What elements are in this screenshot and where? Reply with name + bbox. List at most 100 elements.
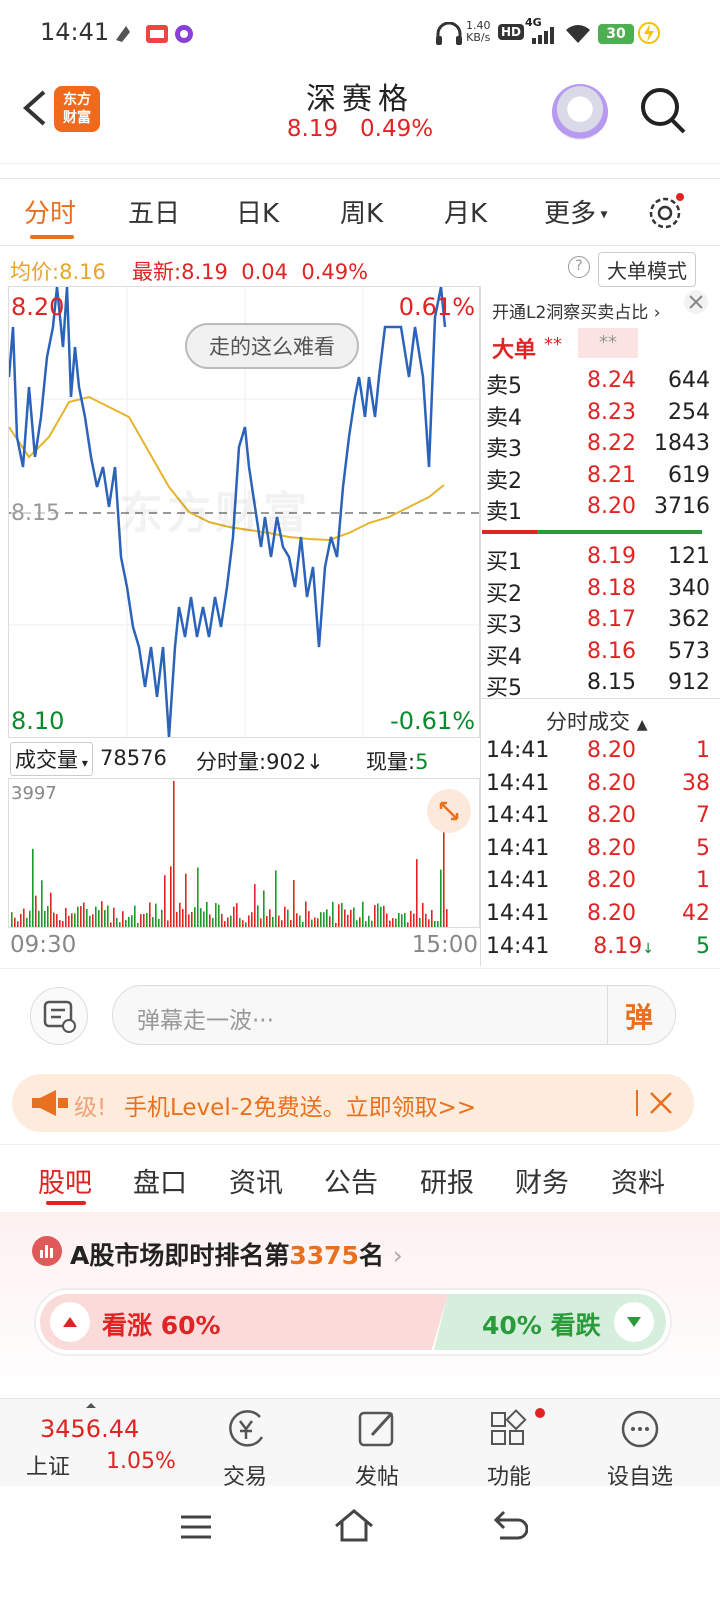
buy-label: 买3 — [486, 613, 522, 638]
trade-icon[interactable] — [224, 1407, 268, 1451]
settings-gear-icon[interactable] — [646, 193, 686, 233]
tab-profile[interactable]: 资料 — [611, 1161, 665, 1200]
tab-research[interactable]: 研报 — [420, 1161, 474, 1200]
volume-bar — [335, 922, 337, 927]
volume-bar — [272, 916, 274, 927]
tab-finance[interactable]: 财务 — [515, 1161, 569, 1200]
danmaku-input[interactable]: 弹幕走一波··· 弹 — [112, 985, 676, 1045]
sell-label: 卖2 — [486, 468, 522, 494]
danmaku-settings-icon[interactable] — [30, 987, 88, 1045]
menu-icon[interactable] — [178, 1512, 214, 1542]
volume-chart[interactable]: 3997 — [8, 778, 480, 928]
volume-bar — [278, 915, 280, 927]
volume-bar — [128, 916, 130, 927]
sell-row: 卖2 8.21 619 — [486, 462, 710, 494]
volume-header: 成交量 ▾ 78576 分时量:902↓ 现量:5 — [8, 742, 480, 776]
search-icon[interactable] — [638, 86, 688, 136]
help-icon[interactable]: ? — [568, 256, 590, 278]
tab-more[interactable]: 更多 ▾ — [544, 193, 608, 230]
expand-icon[interactable] — [427, 789, 471, 833]
volume-bar — [32, 848, 34, 927]
sell-row: 卖5 8.24 644 — [486, 368, 710, 399]
post-icon[interactable] — [356, 1407, 400, 1451]
tab-5day[interactable]: 五日 — [128, 193, 180, 230]
trade-label: 14:41 — [486, 901, 550, 926]
volume-bar — [227, 917, 229, 927]
volume-bar — [122, 911, 124, 927]
trade-price: 8.20 — [587, 738, 636, 763]
trade-price: 8.19↓ — [593, 933, 654, 959]
volume-bar — [134, 905, 136, 927]
buy-row: 买1 8.19 121 — [486, 544, 710, 575]
volume-bar — [440, 869, 442, 927]
volume-bar — [86, 908, 88, 927]
back-nav-icon[interactable] — [492, 1508, 528, 1544]
volume-bar — [116, 917, 118, 927]
volume-bar — [263, 890, 265, 927]
volume-bar — [92, 914, 94, 927]
volume-bar — [176, 912, 178, 927]
volume-bar — [170, 866, 172, 927]
volume-selector[interactable]: 成交量 ▾ — [10, 742, 93, 776]
sell-row: 卖3 8.22 1843 — [486, 431, 710, 462]
trade-label: 14:41 — [486, 868, 550, 894]
sell-volume: 619 — [668, 462, 710, 488]
volume-bar — [437, 921, 439, 927]
home-icon[interactable] — [332, 1506, 376, 1544]
volume-bar — [365, 921, 367, 927]
close-icon[interactable] — [682, 288, 710, 316]
trade-volume: 7 — [696, 803, 710, 829]
trade-row: 14:41 8.19↓ 5 — [486, 934, 710, 964]
volume-bar — [410, 910, 412, 927]
banner-close-icon[interactable] — [646, 1088, 676, 1118]
volume-bar — [377, 903, 379, 927]
intraday-chart[interactable]: 8.20 0.61% 8.15 8.10 -0.61% 东方财富 走的这么难看 — [8, 286, 480, 738]
volume-bar — [197, 867, 199, 927]
sell-volume: 3716 — [654, 494, 710, 519]
functions-icon[interactable] — [488, 1407, 548, 1451]
tab-pankou[interactable]: 盘口 — [133, 1161, 187, 1200]
volume-bar — [77, 906, 79, 927]
buy-price: 8.18 — [587, 575, 636, 601]
trade-price: 8.20 — [587, 770, 636, 796]
volume-bar — [59, 920, 61, 927]
volume-bar — [215, 903, 217, 927]
danmaku-input-bar: 弹幕走一波··· 弹 — [0, 968, 720, 1064]
rank-section: A股市场即时排名第3375名 › 看涨 60% 40% 看跌 — [0, 1212, 720, 1398]
fenshi-volume: 分时量:902↓ — [196, 750, 324, 774]
trades-header[interactable]: 分时成交 ▲ — [546, 706, 647, 736]
l2-promo-link[interactable]: 开通L2洞察买卖占比 › — [492, 298, 661, 323]
bearish-arrow-icon[interactable] — [614, 1302, 654, 1342]
trade-volume: 42 — [682, 901, 710, 926]
volume-bar — [416, 859, 418, 927]
danmaku-placeholder: 弹幕走一波··· — [137, 1008, 274, 1034]
tab-fenshi[interactable]: 分时 — [24, 193, 76, 230]
watchlist-icon[interactable] — [620, 1407, 664, 1451]
trade-label: 14:41 — [486, 933, 550, 959]
buy-price: 8.16 — [587, 638, 636, 664]
tab-monthly-k[interactable]: 月K — [444, 193, 487, 230]
collapsed-info-strip — [0, 150, 720, 164]
big-order-mode-button[interactable]: 大单模式 — [598, 252, 696, 287]
volume-bar — [149, 902, 151, 927]
pct-low-label: -0.61% — [390, 707, 475, 735]
tab-guba[interactable]: 股吧 — [38, 1161, 92, 1200]
price-info-line: 均价:8.16 最新:8.19 0.04 0.49% ? 大单模式 — [0, 250, 720, 287]
danmaku-bubble[interactable]: 走的这么难看 — [185, 323, 359, 369]
volume-bar — [323, 912, 325, 927]
danmaku-send-button[interactable]: 弹 — [625, 996, 653, 1036]
trade-volume: 1 — [696, 738, 710, 763]
tab-announcement[interactable]: 公告 — [324, 1161, 378, 1200]
robot-assistant-icon[interactable] — [552, 84, 608, 140]
tab-weekly-k[interactable]: 周K — [340, 193, 383, 230]
tab-news[interactable]: 资讯 — [229, 1161, 283, 1200]
rank-text[interactable]: A股市场即时排名第3375名 › — [70, 1236, 403, 1272]
sell-price: 8.23 — [587, 399, 636, 425]
tab-daily-k[interactable]: 日K — [236, 193, 279, 230]
promo-banner[interactable]: 级! 手机Level-2免费送。立即领取>> — [12, 1074, 694, 1132]
trade-row: 14:41 8.20 7 — [486, 803, 710, 833]
volume-bar — [212, 917, 214, 927]
index-value[interactable]: 3456.44 — [40, 1415, 139, 1443]
bullish-arrow-icon[interactable] — [50, 1302, 90, 1342]
volume-bar — [161, 909, 163, 927]
